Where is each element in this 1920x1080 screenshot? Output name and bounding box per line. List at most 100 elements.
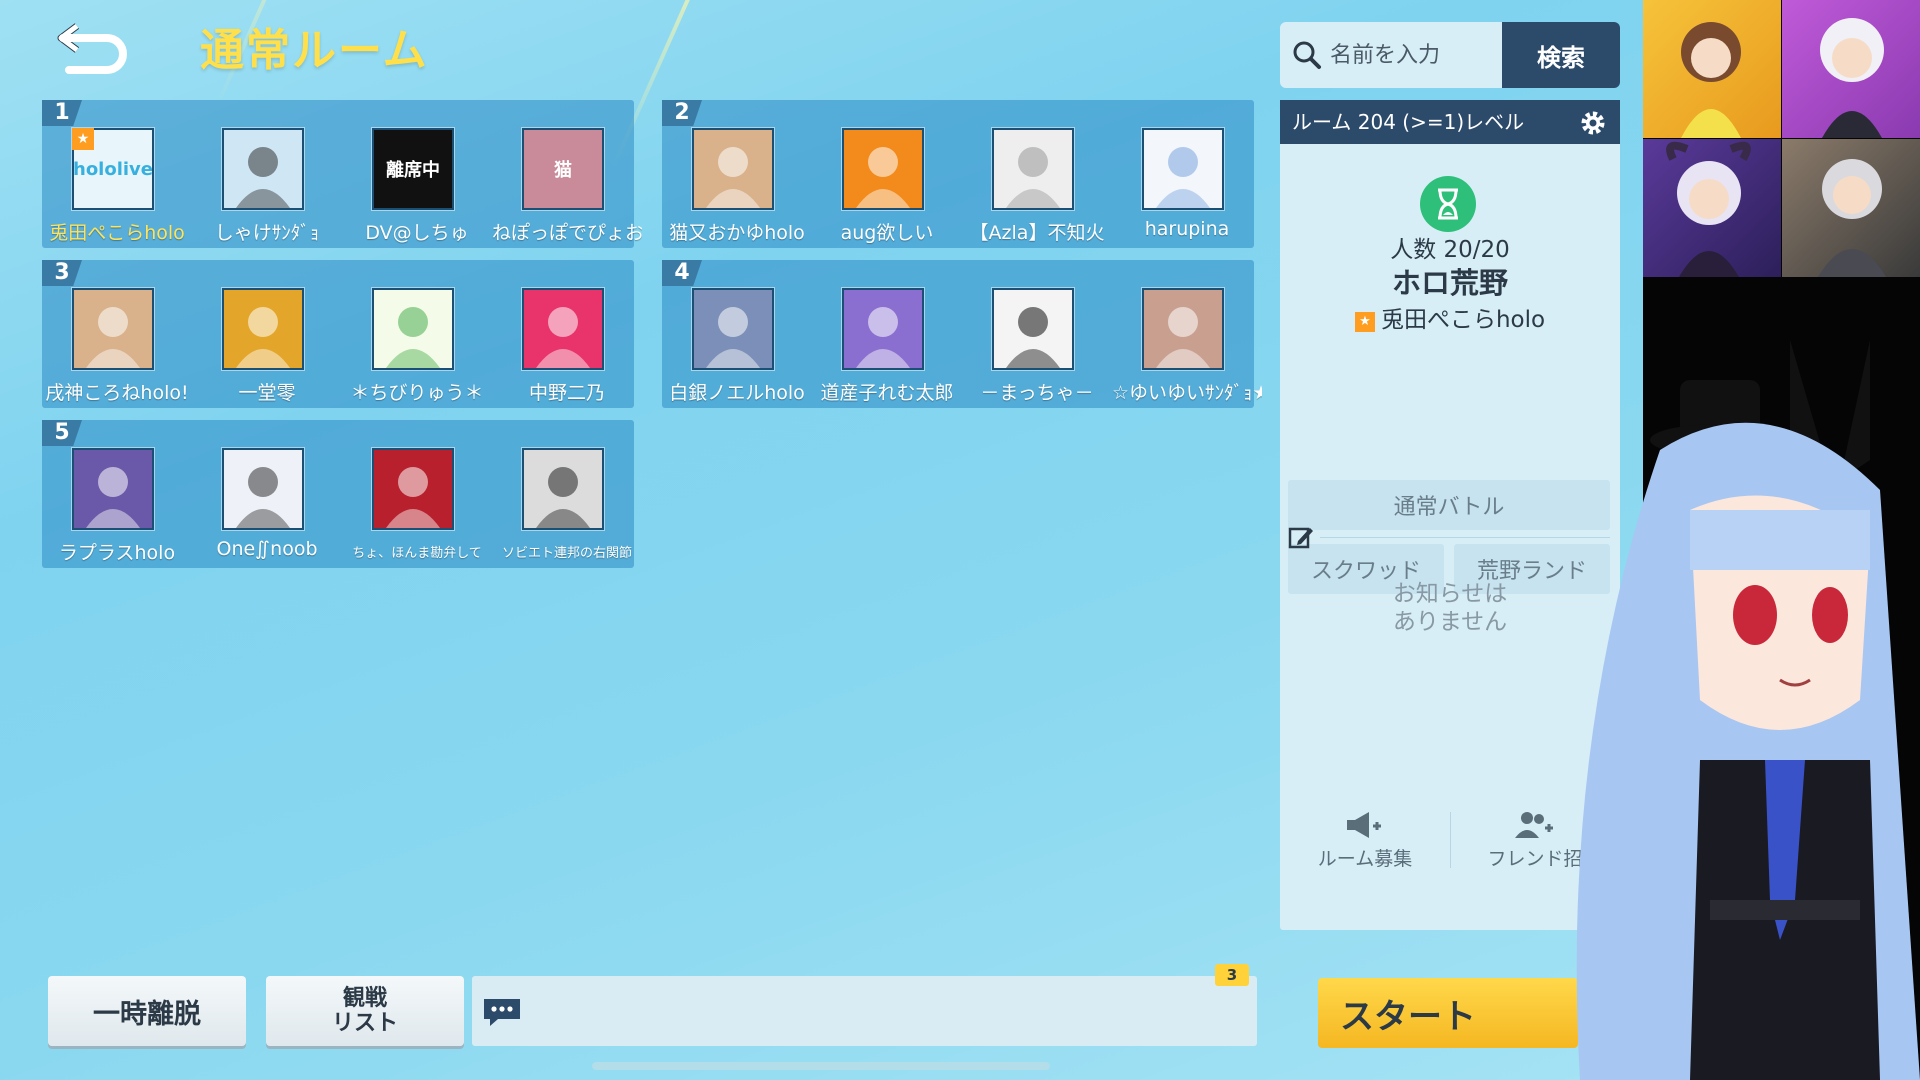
- chat-bar[interactable]: 3: [472, 964, 1257, 1046]
- back-button[interactable]: [55, 18, 135, 74]
- player-slot[interactable]: 戌神ころねholo!: [42, 260, 192, 408]
- search-icon: [1293, 41, 1321, 69]
- player-count: 人数 20/20: [1390, 237, 1510, 263]
- player-slot[interactable]: ＊ちびりゅう＊: [342, 260, 492, 408]
- player-slot[interactable]: 猫又おかゆholo: [662, 100, 812, 248]
- player-name: DV@しちゅ: [365, 222, 469, 244]
- player-slot[interactable]: しゃけｻﾝﾀﾞｮ: [192, 100, 342, 248]
- player-slot[interactable]: One∬noob: [192, 420, 342, 568]
- player-name: しゃけｻﾝﾀﾞｮ: [214, 222, 320, 244]
- team-card: 5 ラプラスholo One∬noob ちょ、ほんま勘弁して ソビエト連邦の右関節: [42, 420, 634, 568]
- room-recruit-button[interactable]: ルーム募集: [1280, 810, 1450, 871]
- avatar-portrait-icon: [386, 307, 440, 368]
- scroll-indicator: [592, 1062, 1050, 1070]
- avatar-portrait-icon: [236, 147, 290, 208]
- player-name: 一堂零: [238, 382, 296, 404]
- team-card: 2 猫又おかゆholo aug欲しい 【Azla】不知火 harupina: [662, 100, 1254, 248]
- player-name: harupina: [1144, 218, 1230, 240]
- player-name: ☆ゆいゆいｻﾝﾀﾞｮ★: [1112, 382, 1262, 404]
- vtuber-character-art: [1576, 340, 1920, 1080]
- avatar-label: 猫: [554, 160, 572, 181]
- room-name: ホロ荒野: [1391, 266, 1508, 300]
- team-card: 1 hololive ★ 兎田ぺこらholo しゃけｻﾝﾀﾞｮ 離席中 DV@しちゅ猫ねぽっ…: [42, 100, 642, 248]
- player-avatar: [842, 288, 924, 370]
- player-slot[interactable]: 【Azla】不知火: [962, 100, 1112, 248]
- avatar-portrait-icon: [1006, 147, 1060, 208]
- spectator-list-button[interactable]: 観戦 リスト: [266, 976, 464, 1046]
- player-name: 道産子れむ太郎: [820, 382, 954, 404]
- player-avatar: [692, 128, 774, 210]
- player-slot[interactable]: 猫ねぽっぽでぴょお~: [492, 100, 642, 248]
- avatar-portrait-icon: [706, 307, 760, 368]
- player-avatar: [692, 288, 774, 370]
- player-slot[interactable]: aug欲しい: [812, 100, 962, 248]
- player-slot[interactable]: 道産子れむ太郎: [812, 260, 962, 408]
- avatar-portrait-icon: [86, 467, 140, 528]
- avatar-portrait-icon: [536, 467, 590, 528]
- player-avatar: 離席中: [372, 128, 454, 210]
- player-slot[interactable]: ラプラスholo: [42, 420, 192, 568]
- player-slot[interactable]: 白銀ノエルholo: [662, 260, 812, 408]
- overlay-thumbnail: [1643, 0, 1781, 138]
- player-name: ねぽっぽでぴょお~: [492, 222, 642, 244]
- spectator-list-line1: 観戦: [342, 986, 387, 1011]
- player-name: ラプラスholo: [58, 542, 176, 564]
- player-avatar: [72, 448, 154, 530]
- team-card: 4 白銀ノエルholo 道産子れむ太郎 －まっちゃ－ ☆ゆいゆいｻﾝﾀﾞｮ★: [662, 260, 1262, 408]
- overlay-thumbnail: [1782, 0, 1920, 138]
- player-slot[interactable]: harupina: [1112, 100, 1262, 248]
- room-host: ★ 兎田ぺこらholo: [1280, 300, 1620, 334]
- player-slot[interactable]: ソビエト連邦の右関節: [492, 420, 642, 568]
- player-avatar: [1142, 288, 1224, 370]
- player-slot[interactable]: ちょ、ほんま勘弁して: [342, 420, 492, 568]
- player-name: ＊ちびりゅう＊: [350, 382, 484, 404]
- chat-unread-badge: 3: [1215, 964, 1249, 986]
- search-input[interactable]: [1330, 42, 1490, 68]
- host-star-icon: ★: [72, 128, 94, 150]
- start-button[interactable]: スタート: [1318, 978, 1578, 1048]
- player-avatar: [222, 448, 304, 530]
- avatar-portrait-icon: [856, 307, 910, 368]
- player-name: 【Azla】不知火: [969, 222, 1105, 244]
- player-avatar: [522, 448, 604, 530]
- player-slot[interactable]: －まっちゃ－: [962, 260, 1112, 408]
- player-avatar: [72, 288, 154, 370]
- chat-icon: [484, 999, 520, 1026]
- overlay-thumbnail: [1643, 139, 1781, 277]
- player-slot[interactable]: hololive ★ 兎田ぺこらholo: [42, 100, 192, 248]
- player-name: 戌神ころねholo!: [45, 382, 189, 404]
- page-title: 通常ルーム: [200, 25, 429, 76]
- player-slot[interactable]: 一堂零: [192, 260, 342, 408]
- player-avatar: [372, 448, 454, 530]
- avatar-portrait-icon: [236, 467, 290, 528]
- leave-temporarily-button[interactable]: 一時離脱: [48, 976, 246, 1046]
- gear-icon[interactable]: [1578, 108, 1608, 138]
- player-name: One∬noob: [216, 538, 318, 560]
- player-name: 中野二乃: [528, 382, 605, 404]
- player-name: 兎田ぺこらholo: [49, 222, 185, 244]
- avatar-portrait-icon: [706, 147, 760, 208]
- avatar-portrait-icon: [1156, 147, 1210, 208]
- avatar-label: hololive: [73, 158, 153, 180]
- player-name: ちょ、ほんま勘弁して: [352, 546, 482, 561]
- player-avatar: [842, 128, 924, 210]
- avatar-portrait-icon: [86, 307, 140, 368]
- avatar-portrait-icon: [856, 147, 910, 208]
- player-avatar: [222, 288, 304, 370]
- avatar-portrait-icon: [536, 307, 590, 368]
- search-box[interactable]: [1280, 22, 1502, 88]
- player-avatar: [522, 288, 604, 370]
- player-avatar: 猫: [522, 128, 604, 210]
- megaphone-icon: [1347, 812, 1381, 838]
- hourglass-icon: [1420, 176, 1476, 232]
- player-name: 猫又おかゆholo: [669, 222, 805, 244]
- player-avatar: [992, 288, 1074, 370]
- avatar-label: 離席中: [386, 160, 440, 181]
- player-slot[interactable]: ☆ゆいゆいｻﾝﾀﾞｮ★: [1112, 260, 1262, 408]
- player-name: ソビエト連邦の右関節: [501, 546, 632, 561]
- edit-icon[interactable]: [1288, 525, 1314, 551]
- player-slot[interactable]: 中野二乃: [492, 260, 642, 408]
- room-recruit-label: ルーム募集: [1317, 848, 1413, 870]
- search-button[interactable]: 検索: [1502, 22, 1620, 88]
- player-slot[interactable]: 離席中 DV@しちゅ: [342, 100, 492, 248]
